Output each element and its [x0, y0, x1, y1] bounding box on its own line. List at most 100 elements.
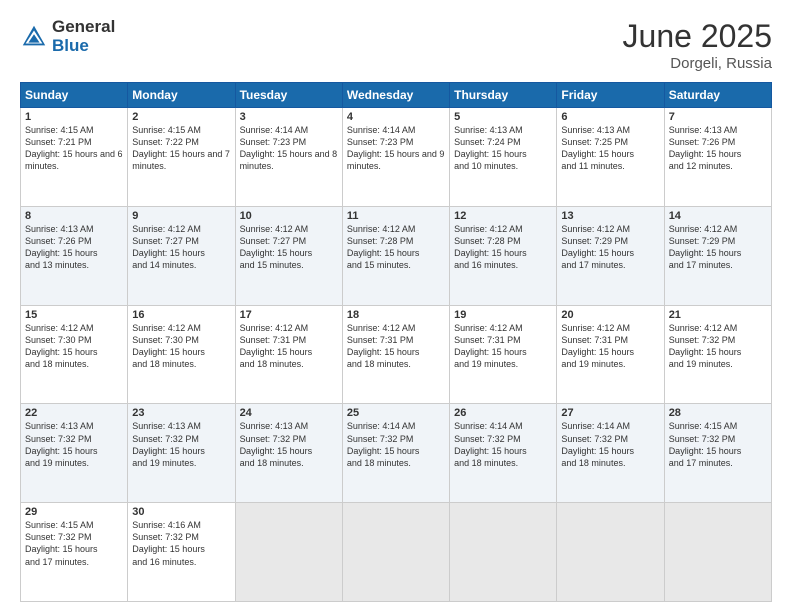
day-number: 6 — [561, 111, 659, 123]
day-number: 3 — [240, 111, 338, 123]
calendar-week-3: 15 Sunrise: 4:12 AMSunset: 7:30 PMDaylig… — [21, 305, 772, 404]
title-location: Dorgeli, Russia — [623, 55, 772, 72]
day-number: 30 — [132, 506, 230, 518]
calendar-cell: 30 Sunrise: 4:16 AMSunset: 7:32 PMDaylig… — [128, 503, 235, 602]
calendar-cell: 23 Sunrise: 4:13 AMSunset: 7:32 PMDaylig… — [128, 404, 235, 503]
day-number: 21 — [669, 309, 767, 321]
logo-text: General Blue — [52, 18, 115, 55]
calendar-cell: 9 Sunrise: 4:12 AMSunset: 7:27 PMDayligh… — [128, 206, 235, 305]
day-info: Sunrise: 4:12 AMSunset: 7:30 PMDaylight:… — [132, 323, 205, 369]
title-month: June 2025 — [623, 18, 772, 55]
day-info: Sunrise: 4:12 AMSunset: 7:30 PMDaylight:… — [25, 323, 98, 369]
day-info: Sunrise: 4:15 AMSunset: 7:32 PMDaylight:… — [669, 421, 742, 467]
calendar-cell: 20 Sunrise: 4:12 AMSunset: 7:31 PMDaylig… — [557, 305, 664, 404]
day-info: Sunrise: 4:12 AMSunset: 7:27 PMDaylight:… — [132, 224, 205, 270]
day-info: Sunrise: 4:14 AMSunset: 7:32 PMDaylight:… — [561, 421, 634, 467]
calendar-cell: 19 Sunrise: 4:12 AMSunset: 7:31 PMDaylig… — [450, 305, 557, 404]
calendar-cell: 14 Sunrise: 4:12 AMSunset: 7:29 PMDaylig… — [664, 206, 771, 305]
calendar-cell — [450, 503, 557, 602]
logo: General Blue — [20, 18, 115, 55]
day-info: Sunrise: 4:12 AMSunset: 7:27 PMDaylight:… — [240, 224, 313, 270]
col-wednesday: Wednesday — [342, 83, 449, 108]
day-info: Sunrise: 4:12 AMSunset: 7:31 PMDaylight:… — [454, 323, 527, 369]
calendar-cell: 8 Sunrise: 4:13 AMSunset: 7:26 PMDayligh… — [21, 206, 128, 305]
calendar-cell — [342, 503, 449, 602]
calendar-cell: 7 Sunrise: 4:13 AMSunset: 7:26 PMDayligh… — [664, 108, 771, 207]
day-number: 16 — [132, 309, 230, 321]
calendar-header-row: Sunday Monday Tuesday Wednesday Thursday… — [21, 83, 772, 108]
day-number: 20 — [561, 309, 659, 321]
day-number: 15 — [25, 309, 123, 321]
day-info: Sunrise: 4:12 AMSunset: 7:28 PMDaylight:… — [347, 224, 420, 270]
day-info: Sunrise: 4:14 AMSunset: 7:32 PMDaylight:… — [454, 421, 527, 467]
calendar-cell: 11 Sunrise: 4:12 AMSunset: 7:28 PMDaylig… — [342, 206, 449, 305]
day-info: Sunrise: 4:12 AMSunset: 7:28 PMDaylight:… — [454, 224, 527, 270]
day-number: 4 — [347, 111, 445, 123]
calendar-week-1: 1 Sunrise: 4:15 AMSunset: 7:21 PMDayligh… — [21, 108, 772, 207]
calendar-cell: 16 Sunrise: 4:12 AMSunset: 7:30 PMDaylig… — [128, 305, 235, 404]
calendar-week-4: 22 Sunrise: 4:13 AMSunset: 7:32 PMDaylig… — [21, 404, 772, 503]
day-info: Sunrise: 4:14 AMSunset: 7:23 PMDaylight:… — [240, 125, 338, 171]
day-number: 18 — [347, 309, 445, 321]
calendar-cell: 3 Sunrise: 4:14 AMSunset: 7:23 PMDayligh… — [235, 108, 342, 207]
day-info: Sunrise: 4:13 AMSunset: 7:32 PMDaylight:… — [132, 421, 205, 467]
day-number: 17 — [240, 309, 338, 321]
calendar-week-5: 29 Sunrise: 4:15 AMSunset: 7:32 PMDaylig… — [21, 503, 772, 602]
col-saturday: Saturday — [664, 83, 771, 108]
day-number: 7 — [669, 111, 767, 123]
day-info: Sunrise: 4:13 AMSunset: 7:26 PMDaylight:… — [25, 224, 98, 270]
calendar-cell: 22 Sunrise: 4:13 AMSunset: 7:32 PMDaylig… — [21, 404, 128, 503]
calendar-week-2: 8 Sunrise: 4:13 AMSunset: 7:26 PMDayligh… — [21, 206, 772, 305]
header: General Blue June 2025 Dorgeli, Russia — [20, 18, 772, 72]
day-info: Sunrise: 4:13 AMSunset: 7:32 PMDaylight:… — [240, 421, 313, 467]
day-info: Sunrise: 4:14 AMSunset: 7:32 PMDaylight:… — [347, 421, 420, 467]
day-info: Sunrise: 4:15 AMSunset: 7:21 PMDaylight:… — [25, 125, 123, 171]
calendar-cell: 28 Sunrise: 4:15 AMSunset: 7:32 PMDaylig… — [664, 404, 771, 503]
day-info: Sunrise: 4:13 AMSunset: 7:25 PMDaylight:… — [561, 125, 634, 171]
logo-general: General — [52, 18, 115, 37]
day-number: 27 — [561, 407, 659, 419]
day-number: 8 — [25, 210, 123, 222]
col-tuesday: Tuesday — [235, 83, 342, 108]
day-info: Sunrise: 4:12 AMSunset: 7:31 PMDaylight:… — [561, 323, 634, 369]
day-info: Sunrise: 4:13 AMSunset: 7:32 PMDaylight:… — [25, 421, 98, 467]
col-friday: Friday — [557, 83, 664, 108]
day-number: 14 — [669, 210, 767, 222]
calendar-cell: 13 Sunrise: 4:12 AMSunset: 7:29 PMDaylig… — [557, 206, 664, 305]
page: General Blue June 2025 Dorgeli, Russia S… — [0, 0, 792, 612]
day-info: Sunrise: 4:15 AMSunset: 7:32 PMDaylight:… — [25, 520, 98, 566]
day-info: Sunrise: 4:12 AMSunset: 7:29 PMDaylight:… — [561, 224, 634, 270]
calendar-cell: 6 Sunrise: 4:13 AMSunset: 7:25 PMDayligh… — [557, 108, 664, 207]
calendar-cell: 15 Sunrise: 4:12 AMSunset: 7:30 PMDaylig… — [21, 305, 128, 404]
day-number: 5 — [454, 111, 552, 123]
day-number: 12 — [454, 210, 552, 222]
day-number: 28 — [669, 407, 767, 419]
calendar-cell: 1 Sunrise: 4:15 AMSunset: 7:21 PMDayligh… — [21, 108, 128, 207]
calendar-cell: 17 Sunrise: 4:12 AMSunset: 7:31 PMDaylig… — [235, 305, 342, 404]
calendar-cell: 5 Sunrise: 4:13 AMSunset: 7:24 PMDayligh… — [450, 108, 557, 207]
calendar-cell: 18 Sunrise: 4:12 AMSunset: 7:31 PMDaylig… — [342, 305, 449, 404]
calendar-cell — [664, 503, 771, 602]
day-number: 24 — [240, 407, 338, 419]
day-number: 9 — [132, 210, 230, 222]
day-info: Sunrise: 4:15 AMSunset: 7:22 PMDaylight:… — [132, 125, 230, 171]
day-info: Sunrise: 4:12 AMSunset: 7:31 PMDaylight:… — [347, 323, 420, 369]
logo-icon — [20, 23, 48, 51]
calendar-cell: 21 Sunrise: 4:12 AMSunset: 7:32 PMDaylig… — [664, 305, 771, 404]
day-info: Sunrise: 4:14 AMSunset: 7:23 PMDaylight:… — [347, 125, 445, 171]
calendar-cell: 26 Sunrise: 4:14 AMSunset: 7:32 PMDaylig… — [450, 404, 557, 503]
calendar-cell: 25 Sunrise: 4:14 AMSunset: 7:32 PMDaylig… — [342, 404, 449, 503]
calendar-cell: 12 Sunrise: 4:12 AMSunset: 7:28 PMDaylig… — [450, 206, 557, 305]
day-number: 26 — [454, 407, 552, 419]
day-info: Sunrise: 4:12 AMSunset: 7:29 PMDaylight:… — [669, 224, 742, 270]
col-sunday: Sunday — [21, 83, 128, 108]
day-number: 11 — [347, 210, 445, 222]
day-number: 22 — [25, 407, 123, 419]
calendar-cell: 27 Sunrise: 4:14 AMSunset: 7:32 PMDaylig… — [557, 404, 664, 503]
day-number: 10 — [240, 210, 338, 222]
calendar-cell: 29 Sunrise: 4:15 AMSunset: 7:32 PMDaylig… — [21, 503, 128, 602]
day-number: 1 — [25, 111, 123, 123]
col-thursday: Thursday — [450, 83, 557, 108]
day-info: Sunrise: 4:12 AMSunset: 7:32 PMDaylight:… — [669, 323, 742, 369]
day-info: Sunrise: 4:13 AMSunset: 7:26 PMDaylight:… — [669, 125, 742, 171]
